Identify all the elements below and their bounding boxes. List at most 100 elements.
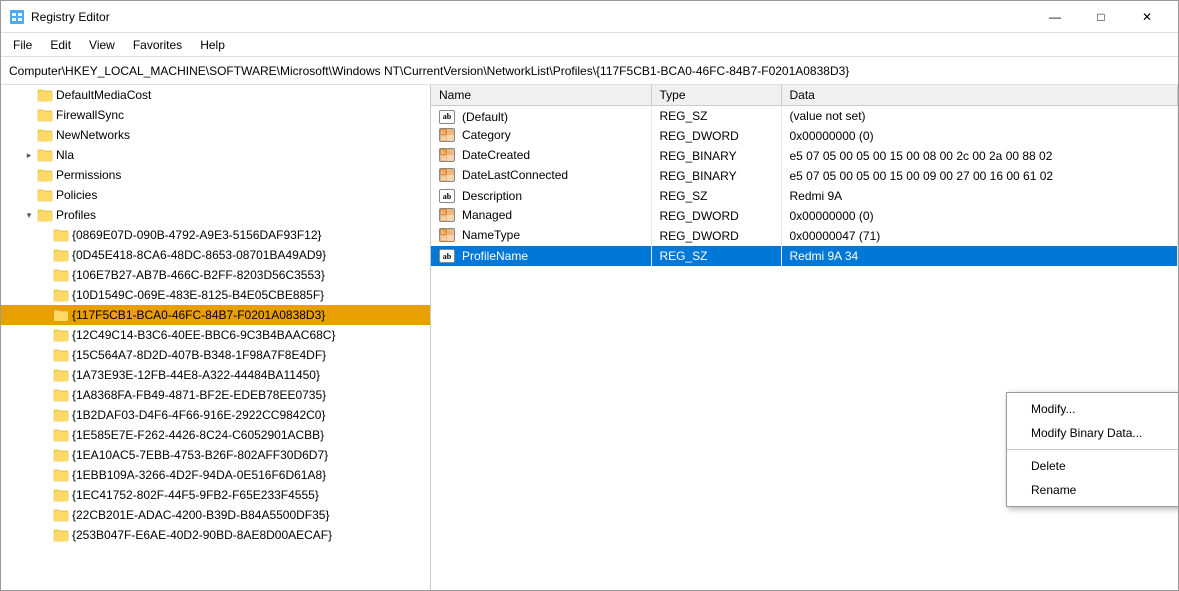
tree-item[interactable]: {0869E07D-090B-4792-A9E3-5156DAF93F12}: [1, 225, 430, 245]
tree-item-label: FirewallSync: [56, 108, 124, 122]
tree-item-label: {1EBB109A-3266-4D2F-94DA-0E516F6D61A8}: [72, 468, 326, 482]
menu-item-help[interactable]: Help: [192, 36, 233, 54]
tree-item[interactable]: {22CB201E-ADAC-4200-B39D-B84A5500DF35}: [1, 505, 430, 525]
folder-icon: [53, 388, 69, 402]
folder-icon: [53, 508, 69, 522]
menu-item-edit[interactable]: Edit: [42, 36, 79, 54]
tree-item[interactable]: Policies: [1, 185, 430, 205]
tree-item[interactable]: {1EC41752-802F-44F5-9FB2-F65E233F4555}: [1, 485, 430, 505]
reg-name-cell: 01 10 Category: [431, 126, 651, 146]
menu-item-view[interactable]: View: [81, 36, 123, 54]
context-menu-item-delete[interactable]: Delete: [1007, 454, 1178, 478]
context-menu-item-rename[interactable]: Rename: [1007, 478, 1178, 502]
folder-icon: [53, 348, 69, 362]
col-data: Data: [781, 85, 1178, 106]
reg-data-cell: e5 07 05 00 05 00 15 00 09 00 27 00 16 0…: [781, 166, 1178, 186]
tree-item[interactable]: {106E7B27-AB7B-466C-B2FF-8203D56C3553}: [1, 265, 430, 285]
tree-item[interactable]: {15C564A7-8D2D-407B-B348-1F98A7F8E4DF}: [1, 345, 430, 365]
tree-item[interactable]: DefaultMediaCost: [1, 85, 430, 105]
table-row[interactable]: 01 10 ManagedREG_DWORD0x00000000 (0): [431, 206, 1178, 226]
col-name: Name: [431, 85, 651, 106]
main-content: DefaultMediaCost FirewallSync NewNetwork…: [1, 85, 1178, 590]
address-path: Computer\HKEY_LOCAL_MACHINE\SOFTWARE\Mic…: [9, 64, 849, 78]
tree-item[interactable]: {1E585E7E-F262-4426-8C24-C6052901ACBB}: [1, 425, 430, 445]
svg-text:01: 01: [441, 230, 446, 235]
table-row[interactable]: 01 10 CategoryREG_DWORD0x00000000 (0): [431, 126, 1178, 146]
svg-text:10: 10: [441, 236, 446, 241]
reg-type-cell: REG_DWORD: [651, 206, 781, 226]
tree-item[interactable]: {1B2DAF03-D4F6-4F66-916E-2922CC9842C0}: [1, 405, 430, 425]
reg-name-cell: 01 10 NameType: [431, 226, 651, 246]
menu-item-favorites[interactable]: Favorites: [125, 36, 190, 54]
reg-name-cell: 01 10 Managed: [431, 206, 651, 226]
folder-icon: [53, 428, 69, 442]
tree-item[interactable]: {253B047F-E6AE-40D2-90BD-8AE8D00AECAF}: [1, 525, 430, 545]
tree-item[interactable]: Permissions: [1, 165, 430, 185]
window-title: Registry Editor: [31, 10, 110, 24]
folder-icon: [53, 288, 69, 302]
context-menu-item-modify-binary[interactable]: Modify Binary Data...: [1007, 421, 1178, 445]
reg-name-cell: 01 10 DateLastConnected: [431, 166, 651, 186]
tree-item[interactable]: {1A73E93E-12FB-44E8-A322-44484BA11450}: [1, 365, 430, 385]
context-menu-item-modify[interactable]: Modify...: [1007, 397, 1178, 421]
title-bar-left: Registry Editor: [9, 9, 110, 25]
tree-item-label: {0D45E418-8CA6-48DC-8653-08701BA49AD9}: [72, 248, 326, 262]
table-row[interactable]: abDescriptionREG_SZRedmi 9A: [431, 186, 1178, 206]
dword-icon: 01 10 DateCreated: [439, 148, 530, 162]
reg-name-cell: abProfileName: [431, 246, 651, 266]
table-row[interactable]: abProfileNameREG_SZRedmi 9A 34: [431, 246, 1178, 266]
tree-item[interactable]: NewNetworks: [1, 125, 430, 145]
reg-type-cell: REG_DWORD: [651, 226, 781, 246]
minimize-button[interactable]: —: [1032, 1, 1078, 33]
ab-icon: ab(Default): [439, 110, 508, 124]
tree-item[interactable]: {12C49C14-B3C6-40EE-BBC6-9C3B4BAAC68C}: [1, 325, 430, 345]
close-button[interactable]: ✕: [1124, 1, 1170, 33]
tree-item-label: {10D1549C-069E-483E-8125-B4E05CBE885F}: [72, 288, 324, 302]
folder-icon: [37, 88, 53, 102]
folder-icon: [53, 308, 69, 322]
tree-item-label: {1EA10AC5-7EBB-4753-B26F-802AFF30D6D7}: [72, 448, 328, 462]
maximize-button[interactable]: □: [1078, 1, 1124, 33]
svg-text:10: 10: [441, 216, 446, 221]
table-row[interactable]: 01 10 DateLastConnectedREG_BINARYe5 07 0…: [431, 166, 1178, 186]
registry-table-scroll[interactable]: Name Type Data ab(Default)REG_SZ(value n…: [431, 85, 1178, 590]
reg-name-text: (Default): [462, 110, 508, 124]
tree-item[interactable]: Profiles: [1, 205, 430, 225]
tree-item[interactable]: {1EA10AC5-7EBB-4753-B26F-802AFF30D6D7}: [1, 445, 430, 465]
tree-item[interactable]: FirewallSync: [1, 105, 430, 125]
tree-item-label: {117F5CB1-BCA0-46FC-84B7-F0201A0838D3}: [72, 308, 325, 322]
dword-icon: 01 10 Category: [439, 128, 511, 142]
tree-item[interactable]: {0D45E418-8CA6-48DC-8653-08701BA49AD9}: [1, 245, 430, 265]
registry-editor-window: Registry Editor — □ ✕ FileEditViewFavori…: [0, 0, 1179, 591]
tree-item[interactable]: {117F5CB1-BCA0-46FC-84B7-F0201A0838D3}: [1, 305, 430, 325]
table-row[interactable]: 01 10 NameTypeREG_DWORD0x00000047 (71): [431, 226, 1178, 246]
folder-icon: [53, 528, 69, 542]
tree-panel[interactable]: DefaultMediaCost FirewallSync NewNetwork…: [1, 85, 431, 590]
ab-icon: abDescription: [439, 189, 522, 203]
table-row[interactable]: ab(Default)REG_SZ(value not set): [431, 106, 1178, 126]
tree-item[interactable]: {10D1549C-069E-483E-8125-B4E05CBE885F}: [1, 285, 430, 305]
menu-item-file[interactable]: File: [5, 36, 40, 54]
table-row[interactable]: 01 10 DateCreatedREG_BINARYe5 07 05 00 0…: [431, 146, 1178, 166]
menu-bar: FileEditViewFavoritesHelp: [1, 33, 1178, 57]
dword-icon: 01 10 NameType: [439, 228, 520, 242]
reg-name-cell: 01 10 DateCreated: [431, 146, 651, 166]
folder-icon: [53, 488, 69, 502]
reg-type-cell: REG_SZ: [651, 186, 781, 206]
reg-name-cell: ab(Default): [431, 106, 651, 126]
tree-item-label: Permissions: [56, 168, 121, 182]
tree-item-label: {22CB201E-ADAC-4200-B39D-B84A5500DF35}: [72, 508, 330, 522]
dword-icon: 01 10 Managed: [439, 208, 512, 222]
tree-item[interactable]: {1A8368FA-FB49-4871-BF2E-EDEB78EE0735}: [1, 385, 430, 405]
tree-item-label: {1EC41752-802F-44F5-9FB2-F65E233F4555}: [72, 488, 319, 502]
reg-name-text: Category: [462, 128, 511, 142]
svg-text:01: 01: [441, 130, 446, 135]
tree-item[interactable]: Nla: [1, 145, 430, 165]
col-type: Type: [651, 85, 781, 106]
reg-data-cell: Redmi 9A 34: [781, 246, 1178, 266]
svg-text:01: 01: [441, 170, 446, 175]
folder-icon: [53, 468, 69, 482]
tree-item[interactable]: {1EBB109A-3266-4D2F-94DA-0E516F6D61A8}: [1, 465, 430, 485]
table-header-row: Name Type Data: [431, 85, 1178, 106]
folder-icon: [53, 268, 69, 282]
